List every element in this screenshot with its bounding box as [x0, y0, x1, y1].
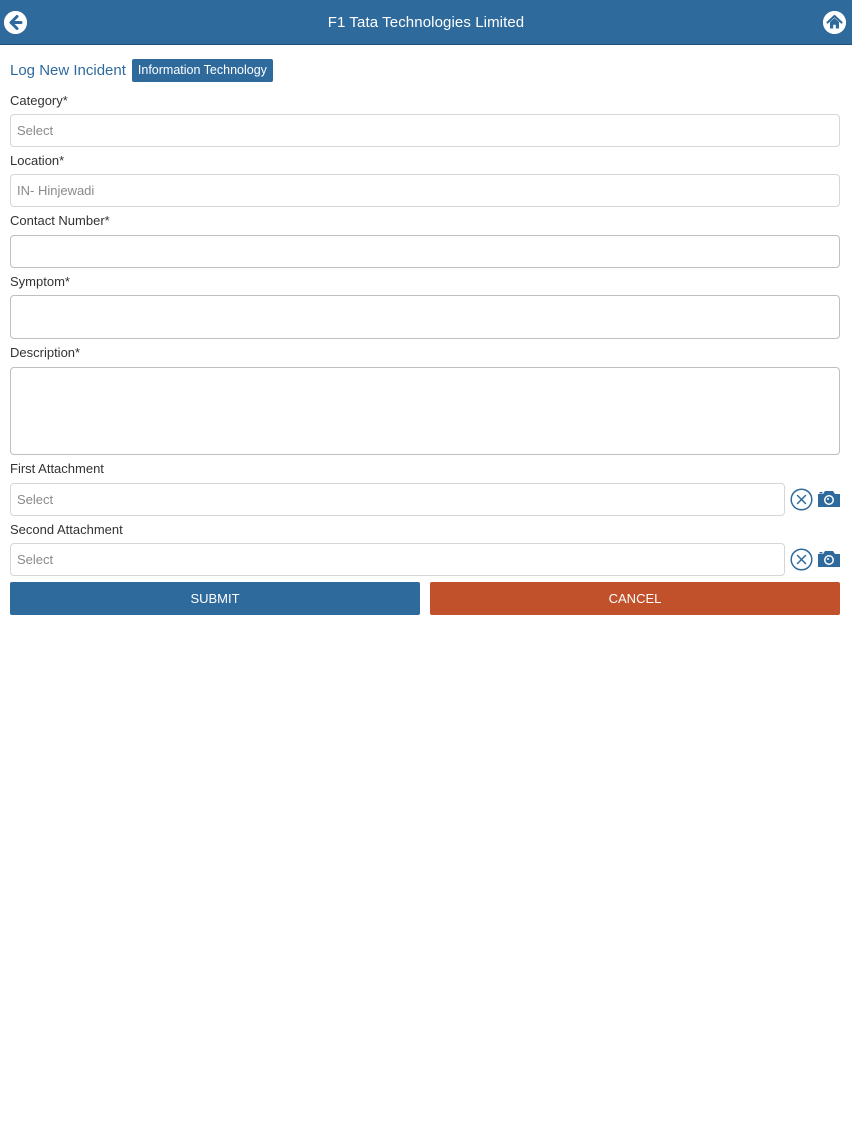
submit-button[interactable]: SUBMIT [10, 582, 420, 615]
clear-second-attachment-button[interactable] [790, 548, 813, 571]
camera-icon [818, 491, 840, 507]
page-title: Log New Incident [10, 61, 126, 79]
arrow-left-icon [4, 11, 27, 34]
back-button[interactable] [4, 11, 27, 34]
close-circle-icon [790, 548, 813, 571]
page-title-row: Log New Incident Information Technology [10, 58, 273, 82]
cancel-button[interactable]: CANCEL [430, 582, 840, 615]
clear-first-attachment-button[interactable] [790, 488, 813, 511]
app-header: F1 Tata Technologies Limited [0, 0, 852, 45]
close-circle-icon [790, 488, 813, 511]
description-textarea[interactable] [10, 367, 840, 455]
category-label: Category* [10, 93, 68, 108]
category-select-value: Select [17, 123, 54, 138]
camera-second-attachment-button[interactable] [817, 549, 841, 569]
second-attachment-label: Second Attachment [10, 522, 123, 537]
contact-number-input[interactable] [10, 235, 840, 268]
camera-icon [818, 551, 840, 567]
home-button[interactable] [823, 11, 846, 34]
first-attachment-select[interactable]: Select [10, 483, 785, 516]
symptom-label: Symptom* [10, 274, 70, 289]
second-attachment-value: Select [17, 552, 54, 567]
location-select-value: IN- Hinjewadi [17, 183, 95, 198]
location-select[interactable]: IN- Hinjewadi [10, 174, 840, 207]
location-label: Location* [10, 153, 65, 168]
first-attachment-value: Select [17, 492, 54, 507]
home-icon [823, 11, 846, 34]
camera-first-attachment-button[interactable] [817, 489, 841, 509]
second-attachment-select[interactable]: Select [10, 543, 785, 576]
department-badge: Information Technology [131, 58, 273, 82]
category-select[interactable]: Select [10, 114, 840, 147]
first-attachment-label: First Attachment [10, 461, 104, 476]
contact-number-label: Contact Number* [10, 213, 110, 228]
app-title: F1 Tata Technologies Limited [327, 13, 525, 31]
symptom-input[interactable] [10, 295, 840, 339]
description-label: Description* [10, 345, 81, 360]
